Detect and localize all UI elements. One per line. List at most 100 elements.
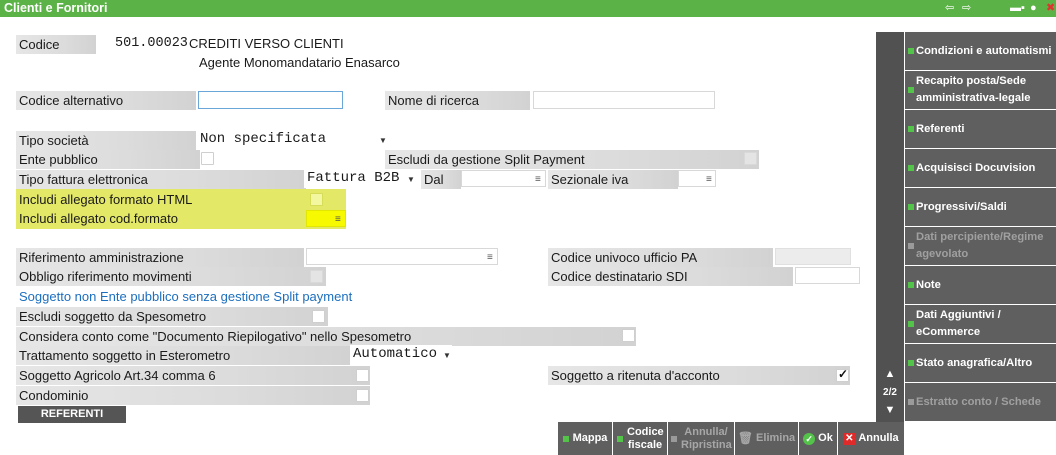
riferimento-amministrazione-input[interactable] — [306, 248, 498, 265]
sidebar-acquisisci-docuvision[interactable]: Acquisisci Docuvision — [905, 149, 1056, 187]
trattamento-select[interactable]: Automatico — [350, 345, 452, 364]
sidebar-dati-aggiuntivi[interactable]: Dati Aggiuntivi / eCommerce — [905, 305, 1056, 343]
sidebar-item-label: Progressivi/Saldi — [916, 200, 1007, 213]
condominio-checkbox[interactable] — [356, 389, 369, 402]
codice-alternativo-input[interactable] — [198, 91, 343, 109]
soggetto-status-link[interactable]: Soggetto non Ente pubblico senza gestion… — [16, 287, 352, 306]
close-icon[interactable]: ✖ — [1046, 1, 1055, 16]
codice-univoco-pa-input[interactable] — [775, 248, 851, 265]
back-icon[interactable]: ⇦ — [945, 1, 954, 16]
window-title: Clienti e Fornitori — [4, 1, 108, 15]
dal-input[interactable] — [461, 170, 546, 187]
sidebar-note[interactable]: Note — [905, 266, 1056, 304]
chevron-down-icon[interactable]: ▼ — [379, 136, 387, 145]
soggetto-ritenuta-label: Soggetto a ritenuta d'acconto — [548, 366, 850, 385]
sidebar-progressivi-saldi[interactable]: Progressivi/Saldi — [905, 188, 1056, 226]
dal-label: Dal — [421, 170, 461, 189]
menu-icon[interactable]: ≡ — [535, 174, 541, 185]
tipo-societa-value: Non specificata — [200, 131, 327, 147]
forward-icon[interactable]: ⇨ — [962, 1, 971, 16]
referenti-button[interactable]: REFERENTI — [18, 406, 126, 423]
chevron-down-icon[interactable]: ▼ — [443, 351, 451, 360]
trattamento-value: Automatico — [353, 346, 438, 362]
title-bar: Clienti e Fornitori ⇦ ⇨ ▬▪ ● ✖ — [0, 0, 1056, 17]
sidebar-item-label: Referenti — [916, 122, 965, 135]
trash-icon: 🗑 — [737, 431, 754, 445]
annulla-ripristina-button[interactable]: Annulla/ Ripristina — [668, 422, 734, 455]
chevron-down-icon[interactable]: ▼ — [407, 175, 415, 184]
ok-label: Ok — [818, 432, 833, 444]
riferimento-amministrazione-label: Riferimento amministrazione — [16, 248, 304, 267]
page-indicator: 2/2 — [883, 387, 897, 398]
menu-icon[interactable]: ≡ — [335, 214, 341, 225]
menu-icon[interactable]: ≡ — [706, 174, 712, 185]
agente-label: Agente Monomandatario Enasarco — [199, 55, 400, 70]
sidebar-recapito-posta[interactable]: Recapito posta/Sede amministrativa-legal… — [905, 71, 1056, 109]
close-icon: ✕ — [843, 432, 856, 445]
considera-conto-checkbox[interactable] — [622, 329, 635, 342]
sidebar-dati-percipiente[interactable]: Dati percipiente/Regime agevolato — [905, 227, 1056, 265]
check-icon: ✓ — [803, 432, 816, 445]
mappa-label: Mappa — [572, 432, 608, 444]
obbligo-riferimento-label: Obbligo riferimento movimenti — [16, 267, 326, 286]
codice-fiscale-button[interactable]: Codice fiscale — [613, 422, 667, 455]
trattamento-esterometro-label: Trattamento soggetto in Esterometro — [16, 346, 350, 365]
soggetto-ritenuta-checkbox[interactable] — [836, 367, 849, 382]
ok-button[interactable]: ✓ Ok — [799, 422, 837, 455]
sidebar-item-label: Note — [916, 278, 941, 291]
codice-label: Codice — [16, 35, 96, 54]
elimina-button[interactable]: 🗑 Elimina — [735, 422, 798, 455]
sezionale-iva-label: Sezionale iva — [548, 170, 678, 189]
menu-icon[interactable]: ≡ — [487, 252, 493, 263]
considera-conto-label: Considera conto come "Documento Riepilog… — [16, 327, 636, 346]
status-square-icon — [617, 435, 623, 442]
sidebar-item-label: Acquisisci Docuvision — [916, 161, 1036, 174]
sidebar-item-label: Estratto conto / Schede — [916, 395, 1041, 408]
nome-ricerca-label: Nome di ricerca — [385, 91, 530, 110]
status-square-icon — [671, 435, 677, 442]
tipo-societa-label: Tipo società — [16, 131, 196, 150]
escludi-split-checkbox[interactable] — [744, 152, 757, 165]
codice-univoco-pa-label: Codice univoco ufficio PA — [548, 248, 773, 267]
escludi-spesometro-label: Escludi soggetto da Spesometro — [16, 307, 328, 326]
allegato-cod-formato-label: Includi allegato cod.formato — [19, 211, 178, 226]
tipo-fattura-label: Tipo fattura elettronica — [16, 170, 306, 189]
annulla-label: Annulla — [858, 432, 899, 444]
mappa-button[interactable]: Mappa — [558, 422, 612, 455]
status-square-icon — [562, 435, 569, 442]
codice-value: 501.00023 — [115, 36, 188, 51]
sidebar-item-label: Condizioni e automatismi — [916, 44, 1052, 57]
sidebar-estratto-conto[interactable]: Estratto conto / Schede — [905, 383, 1056, 421]
codice-alternativo-label: Codice alternativo — [16, 91, 196, 110]
sidebar-item-label: Dati Aggiuntivi / eCommerce — [916, 309, 1001, 338]
sidebar-item-label: Recapito posta/Sede amministrativa-legal… — [916, 75, 1031, 104]
nome-ricerca-input[interactable] — [533, 91, 715, 109]
soggetto-agricolo-checkbox[interactable] — [356, 369, 369, 382]
page-down-icon[interactable]: ▼ — [876, 404, 904, 416]
codice-fiscale-label: Codice fiscale — [627, 425, 664, 451]
codice-destinatario-sdi-input[interactable] — [795, 267, 860, 284]
escludi-spesometro-checkbox[interactable] — [312, 310, 325, 323]
condominio-label: Condominio — [16, 386, 370, 405]
sidebar: Condizioni e automatismi Recapito posta/… — [905, 32, 1056, 422]
sidebar-referenti[interactable]: Referenti — [905, 110, 1056, 148]
ente-pubblico-label: Ente pubblico — [16, 150, 200, 169]
page-up-icon[interactable]: ▲ — [876, 368, 904, 380]
tipo-fattura-select[interactable]: Fattura B2B — [304, 169, 416, 188]
sidebar-condizioni-automatismi[interactable]: Condizioni e automatismi — [905, 32, 1056, 70]
soggetto-agricolo-label: Soggetto Agricolo Art.34 comma 6 — [16, 366, 370, 385]
pin-icon[interactable]: ▬▪ — [1010, 1, 1025, 16]
codice-destinatario-sdi-label: Codice destinatario SDI — [548, 267, 793, 286]
ente-pubblico-checkbox[interactable] — [201, 152, 214, 165]
annulla-ripristina-label: Annulla/ Ripristina — [681, 425, 732, 451]
minimize-icon[interactable]: ● — [1030, 1, 1037, 16]
obbligo-riferimento-checkbox[interactable] — [310, 270, 323, 283]
descrizione: CREDITI VERSO CLIENTI — [189, 36, 344, 51]
allegato-html-checkbox[interactable] — [310, 193, 323, 206]
annulla-button[interactable]: ✕ Annulla — [838, 422, 904, 455]
sidebar-item-label: Dati percipiente/Regime agevolato — [916, 231, 1044, 260]
tipo-societa-select[interactable]: Non specificata — [197, 130, 389, 149]
allegato-html-label: Includi allegato formato HTML — [19, 192, 193, 207]
tipo-fattura-value: Fattura B2B — [307, 170, 400, 186]
sidebar-stato-anagrafica[interactable]: Stato anagrafica/Altro — [905, 344, 1056, 382]
